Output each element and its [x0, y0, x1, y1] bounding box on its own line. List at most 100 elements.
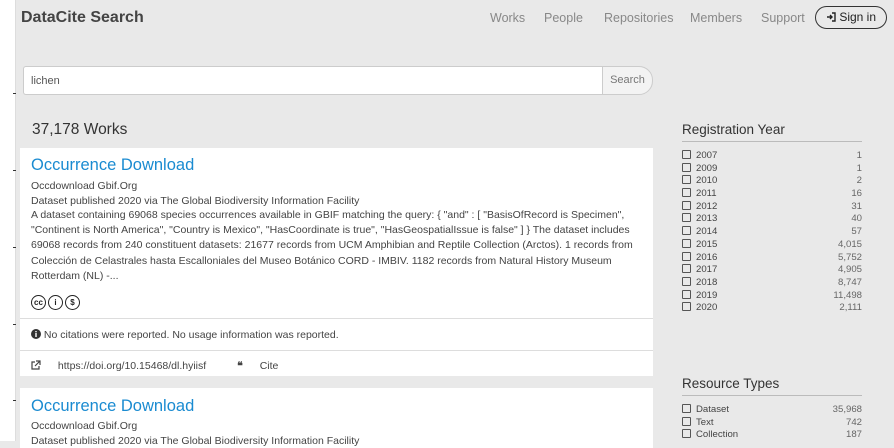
search-bar: lichen Search	[23, 66, 653, 95]
result-actions: https://doi.org/10.15468/dl.hyiisf ❝ Cit…	[31, 360, 306, 372]
facet-item-label: Collection	[696, 429, 739, 441]
facet-year-2017[interactable]: 2017 4,905	[682, 264, 862, 277]
facet-year-2010[interactable]: 2010 2	[682, 175, 862, 188]
facet-item-label: 2020	[696, 302, 718, 314]
checkbox[interactable]	[682, 251, 691, 261]
sign-in-button[interactable]: Sign in	[815, 6, 887, 29]
facet-item-count: 187	[845, 429, 862, 441]
facet-item-label: 2019	[696, 289, 718, 301]
nav-link-repositories[interactable]: Repositories	[604, 11, 673, 25]
nav-link-people[interactable]: People	[544, 11, 583, 25]
checkbox[interactable]	[682, 150, 691, 159]
facet-item-label: 2014	[696, 226, 718, 238]
facet-item-count: 31	[851, 200, 862, 212]
external-link-icon	[31, 360, 44, 372]
facet-item-count: 35,968	[832, 404, 862, 415]
divider	[20, 350, 653, 351]
nav-link-support[interactable]: Support	[761, 11, 805, 25]
nav-link-members[interactable]: Members	[690, 11, 742, 25]
facet-item-count: 2,111	[839, 302, 862, 314]
checkbox[interactable]	[682, 429, 691, 439]
checkbox[interactable]	[682, 162, 691, 172]
result-publisher: Occdownload Gbif.Org	[31, 420, 138, 432]
facet-item-label: 2009	[696, 162, 718, 174]
facet-title: Registration Year	[682, 122, 785, 137]
sign-in-label: Sign in	[839, 10, 877, 24]
nc-icon[interactable]: $	[65, 295, 80, 310]
facet-item-label: 2015	[696, 238, 718, 250]
facet-year-2013[interactable]: 2013 40	[682, 213, 862, 226]
facet-item-count: 57	[851, 226, 862, 238]
checkbox[interactable]	[682, 238, 691, 248]
nav-link-works[interactable]: Works	[490, 11, 525, 25]
license-icons: cc i $	[31, 292, 82, 310]
facet-item-count: 8,747	[837, 276, 862, 288]
checkbox[interactable]	[682, 188, 691, 198]
checkbox[interactable]	[682, 276, 691, 286]
facet-item-label: 2012	[696, 200, 718, 212]
facet-item-label: 2013	[696, 213, 718, 225]
facet-resource-types: Resource Types Dataset 35,968 Text 742 Colle…	[682, 376, 862, 441]
checkbox[interactable]	[682, 264, 691, 274]
facet-item-label: 2017	[696, 264, 718, 276]
checkbox[interactable]	[682, 404, 691, 413]
cite-button[interactable]: ❝ Cite	[237, 360, 292, 372]
checkbox[interactable]	[682, 213, 691, 223]
cite-label: Cite	[259, 360, 279, 372]
checkbox[interactable]	[682, 289, 691, 299]
search-button[interactable]: Search	[602, 66, 653, 95]
quote-icon: ❝	[237, 360, 243, 372]
divider	[20, 318, 653, 319]
facet-year-2011[interactable]: 2011 16	[682, 188, 862, 201]
facet-type-collection[interactable]: Collection 187	[682, 429, 862, 442]
facet-year-2014[interactable]: 2014 57	[682, 226, 862, 239]
cc-icon[interactable]: cc	[31, 295, 46, 310]
facet-year-2015[interactable]: 2015 4,015	[682, 238, 862, 252]
checkbox[interactable]	[682, 200, 691, 210]
facet-item-label: 2010	[696, 175, 718, 187]
search-input[interactable]: lichen	[23, 66, 603, 95]
facet-title: Resource Types	[682, 376, 780, 391]
facet-item-count: 1	[856, 150, 862, 161]
facet-item-label: 2011	[696, 188, 717, 200]
facet-year-2007[interactable]: 2007 1	[682, 150, 862, 163]
result-published: Dataset published 2020 via The Global Bi…	[31, 195, 360, 207]
checkbox[interactable]	[682, 302, 691, 312]
facet-year-2019[interactable]: 2019 11,498	[682, 289, 862, 303]
checkbox[interactable]	[682, 416, 691, 426]
checkbox[interactable]	[682, 226, 691, 236]
result-description: A dataset containing 69068 species occur…	[31, 209, 633, 282]
facet-item-label: 2018	[696, 276, 718, 288]
facet-registration-year: Registration Year 2007 1 2009 1 2010 2 2011 16 2…	[682, 122, 862, 362]
metrics-text: No citations were reported. No usage inf…	[43, 329, 339, 341]
facet-item-count: 4,905	[837, 264, 862, 276]
facet-list: 2007 1 2009 1 2010 2 2011 16 2012 31 2013 40 2014 57 2…	[682, 150, 862, 315]
result-title[interactable]: Occurrence Download	[31, 156, 194, 175]
results-count: 37,178 Works	[32, 121, 128, 138]
result-title[interactable]: Occurrence Download	[31, 397, 194, 416]
divider	[682, 395, 862, 396]
facet-year-2009[interactable]: 2009 1	[682, 162, 862, 176]
facet-item-label: 2007	[696, 150, 718, 161]
info-icon	[31, 329, 44, 341]
facet-item-label: Dataset	[696, 404, 730, 415]
facet-year-2018[interactable]: 2018 8,747	[682, 276, 862, 290]
facet-year-2012[interactable]: 2012 31	[682, 200, 862, 214]
result-card: Occurrence Download Occdownload Gbif.Org…	[20, 148, 653, 376]
facet-item-label: 2016	[696, 251, 718, 263]
facet-item-count: 4,015	[837, 238, 862, 250]
facet-year-2016[interactable]: 2016 5,752	[682, 251, 862, 265]
facet-item-label: Text	[696, 416, 714, 428]
facet-year-2020[interactable]: 2020 2,111	[682, 302, 862, 315]
by-icon[interactable]: i	[48, 295, 63, 310]
result-publisher: Occdownload Gbif.Org	[31, 180, 138, 192]
facet-type-text[interactable]: Text 742	[682, 416, 862, 430]
doi-text: https://doi.org/10.15468/dl.hyiisf	[57, 360, 207, 372]
divider	[682, 141, 862, 142]
left-window-edge	[0, 0, 16, 441]
facet-type-dataset[interactable]: Dataset 35,968	[682, 404, 862, 417]
doi-link[interactable]: https://doi.org/10.15468/dl.hyiisf	[31, 360, 223, 372]
checkbox[interactable]	[682, 175, 691, 185]
facet-item-count: 11,498	[833, 289, 862, 301]
brand-logo[interactable]: DataCite Search	[21, 9, 144, 27]
